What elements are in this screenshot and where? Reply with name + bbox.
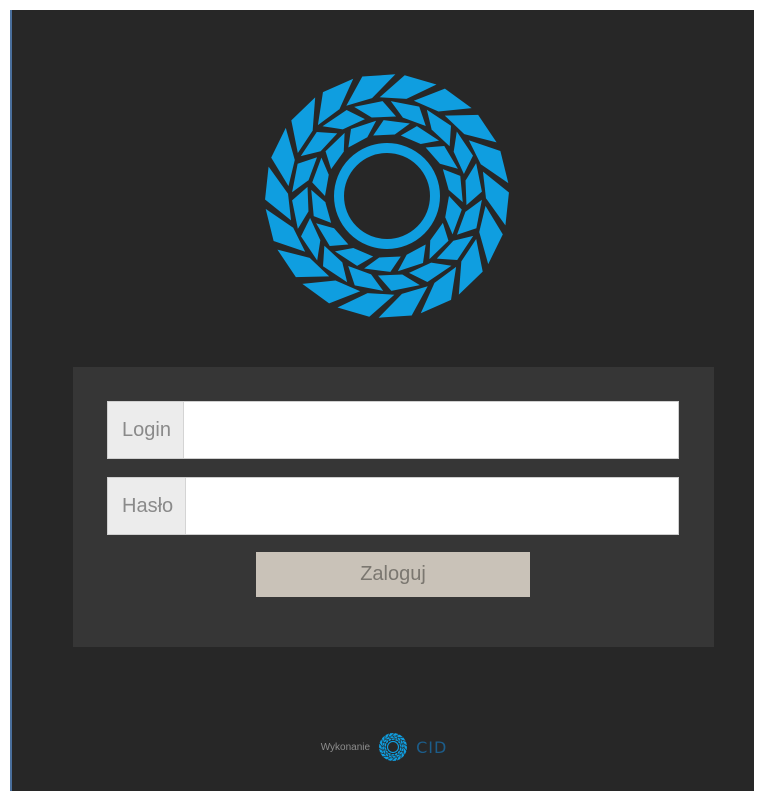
login-label: Login: [108, 402, 184, 458]
made-by-label: Wykonanie: [320, 741, 371, 753]
vendor-logo-icon: [379, 733, 408, 761]
vendor-name: CID: [416, 737, 448, 757]
password-input-group: Hasło: [107, 477, 679, 535]
footer: Wykonanie CID: [12, 732, 756, 762]
password-input[interactable]: [186, 478, 678, 534]
password-label: Hasło: [108, 478, 187, 534]
login-panel: Login Hasło Zaloguj: [73, 367, 714, 647]
login-input[interactable]: [183, 402, 678, 458]
circular-rings-logo-icon: [265, 74, 509, 318]
login-input-group: Login: [107, 401, 679, 459]
app-window: Login Hasło Zaloguj Wykonanie CID: [10, 10, 754, 791]
login-button[interactable]: Zaloguj: [256, 552, 530, 597]
